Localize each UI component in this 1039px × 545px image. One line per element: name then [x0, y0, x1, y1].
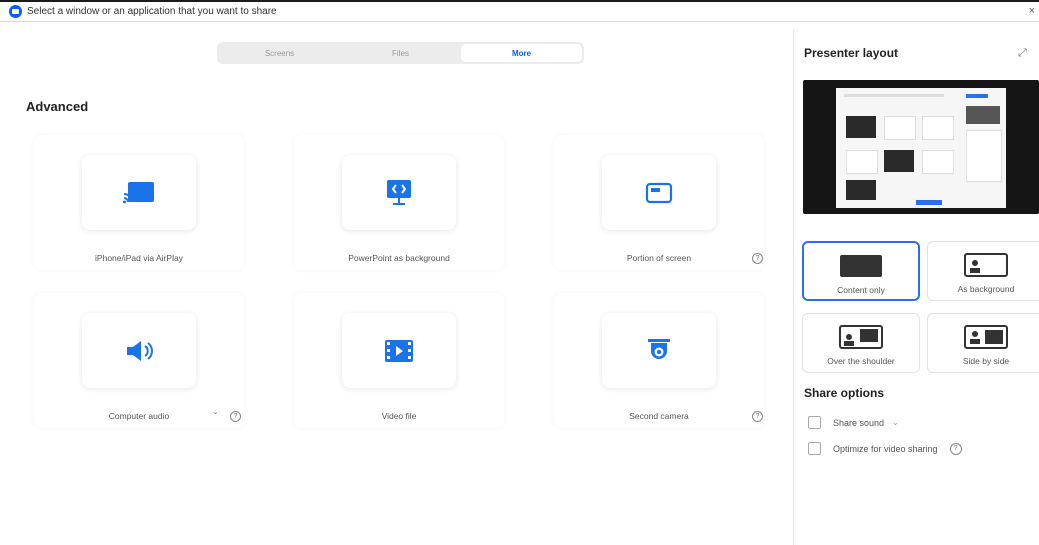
- chevron-down-icon[interactable]: ⌄: [892, 418, 899, 427]
- help-icon[interactable]: ?: [230, 411, 241, 422]
- optimize-video-option: Optimize for video sharing ?: [808, 442, 962, 455]
- share-sound-label: Share sound: [833, 417, 885, 428]
- help-icon[interactable]: ?: [949, 442, 962, 455]
- over-the-shoulder-icon: [839, 325, 883, 349]
- chevron-down-icon[interactable]: ⌄: [212, 407, 219, 416]
- preview-screen: [836, 88, 1006, 208]
- presenter-layout-title: Presenter layout: [804, 46, 899, 60]
- tab-more[interactable]: More: [461, 44, 582, 62]
- content-only-icon: [840, 255, 882, 277]
- card-icon-box: [342, 313, 456, 388]
- layout-as-background[interactable]: As background: [927, 241, 1039, 301]
- help-icon[interactable]: ?: [752, 411, 763, 422]
- layout-label: Side by side: [962, 356, 1010, 366]
- airplay-icon: [123, 181, 154, 203]
- card-airplay[interactable]: iPhone/iPad via AirPlay: [34, 135, 244, 270]
- powerpoint-background-icon: [387, 179, 411, 205]
- share-sound-checkbox[interactable]: [808, 416, 821, 429]
- card-video-file[interactable]: Video file: [294, 293, 504, 428]
- tab-screens[interactable]: Screens: [219, 44, 340, 62]
- card-label: iPhone/iPad via AirPlay: [95, 253, 183, 263]
- card-icon-box: [82, 313, 196, 388]
- layout-preview: [803, 80, 1039, 214]
- card-portion-of-screen[interactable]: Portion of screen ?: [554, 135, 764, 270]
- portion-of-screen-icon: [645, 182, 673, 203]
- card-icon-box: [602, 313, 716, 388]
- layout-label: As background: [957, 284, 1015, 294]
- layout-content-only[interactable]: Content only: [802, 241, 920, 301]
- title-bar: Select a window or an application that y…: [0, 0, 1039, 22]
- section-heading: Advanced: [26, 99, 89, 114]
- share-tabs: Screens Files More: [217, 42, 584, 64]
- card-powerpoint-background[interactable]: PowerPoint as background: [294, 135, 504, 270]
- card-label: Video file: [381, 411, 417, 421]
- card-icon-box: [342, 155, 456, 230]
- as-background-icon: [964, 253, 1008, 277]
- layout-label: Over the shoulder: [827, 356, 895, 366]
- card-icon-box: [82, 155, 196, 230]
- share-options-title: Share options: [804, 386, 885, 400]
- optimize-video-label: Optimize for video sharing: [833, 443, 938, 454]
- share-sound-option: Share sound ⌄: [808, 416, 899, 429]
- panel-divider: [793, 30, 794, 545]
- help-icon[interactable]: ?: [752, 253, 763, 264]
- tab-files[interactable]: Files: [340, 44, 461, 62]
- card-computer-audio[interactable]: Computer audio ⌄ ?: [34, 293, 244, 428]
- card-label: Portion of screen: [626, 253, 692, 263]
- card-second-camera[interactable]: Second camera ?: [554, 293, 764, 428]
- layout-over-the-shoulder[interactable]: Over the shoulder: [802, 313, 920, 373]
- title-prompt: Select a window or an application that y…: [27, 6, 277, 17]
- layout-label: Content only: [837, 285, 885, 295]
- card-icon-box: [602, 155, 716, 230]
- card-label: Second camera: [629, 411, 689, 421]
- camera-icon: [648, 338, 670, 359]
- side-by-side-icon: [964, 325, 1008, 349]
- optimize-video-checkbox[interactable]: [808, 442, 821, 455]
- expand-icon[interactable]: ⤢: [1018, 47, 1027, 60]
- speaker-icon: [127, 340, 153, 361]
- layout-side-by-side[interactable]: Side by side: [927, 313, 1039, 373]
- card-label: PowerPoint as background: [348, 253, 450, 263]
- video-file-icon: [385, 339, 413, 362]
- close-icon[interactable]: ×: [1029, 5, 1035, 17]
- zoom-logo-icon: [9, 5, 22, 18]
